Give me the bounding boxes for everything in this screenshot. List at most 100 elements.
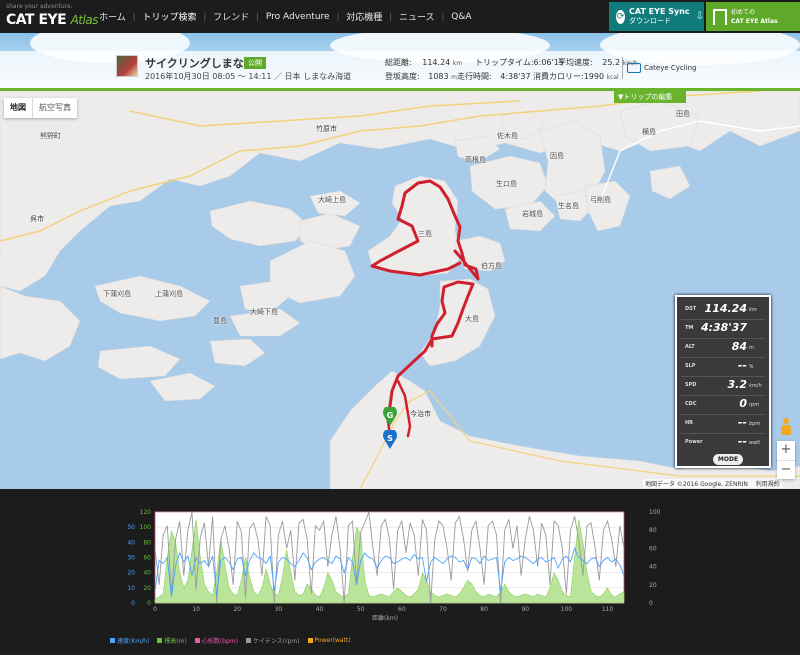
legend-swatch bbox=[245, 638, 251, 643]
map-type-map[interactable]: 地図 bbox=[4, 98, 32, 118]
stat-avg-speed-label: 平均速度: bbox=[558, 58, 593, 67]
street-view-pegman[interactable] bbox=[781, 418, 791, 436]
x-tick-label: 30 bbox=[275, 606, 283, 613]
place-label: 下蒲刈島 bbox=[103, 290, 131, 298]
legend-swatch bbox=[307, 638, 313, 643]
nav-supported-devices[interactable]: 対応機種 bbox=[339, 0, 389, 33]
meter-unit: m bbox=[749, 345, 754, 351]
place-label: 高根島 bbox=[465, 156, 486, 164]
main-nav: ホーム | トリップ検索 | フレンド | Pro Adventure | 対応… bbox=[92, 0, 479, 33]
y-tick-elevation: 60 bbox=[143, 555, 151, 562]
x-tick-label: 100 bbox=[561, 606, 573, 613]
meter-label: Power bbox=[685, 439, 703, 445]
stat-ride-time-label: 走行時間: bbox=[457, 72, 492, 81]
y-tick-elevation: 0 bbox=[147, 600, 151, 607]
stat-calories: 消費カロリー:1990 kcal bbox=[533, 71, 619, 82]
stat-elevation-value: 1083 bbox=[428, 72, 449, 81]
legend-item[interactable]: Power(watt) bbox=[307, 636, 351, 645]
nav-news[interactable]: ニュース bbox=[392, 0, 442, 33]
zoom-out-button[interactable]: − bbox=[777, 460, 795, 479]
sync-button-subtitle: ダウンロード bbox=[629, 17, 671, 25]
y-tick-elevation: 80 bbox=[143, 539, 151, 546]
nav-qa[interactable]: Q&A bbox=[444, 0, 478, 33]
nav-trip-search[interactable]: トリップ検索 bbox=[135, 0, 203, 33]
map-attribution: 地図データ ©2016 Google, ZENRIN 利用規約 bbox=[643, 479, 782, 488]
y-tick-right: 60 bbox=[649, 545, 657, 552]
sync-button-text: CAT EYE Sync ダウンロード bbox=[629, 7, 690, 26]
place-label: 大島 bbox=[465, 315, 479, 323]
legend-item[interactable]: 速度(Km/h) bbox=[110, 636, 149, 645]
x-tick-label: 60 bbox=[398, 606, 406, 613]
legend-item[interactable]: 心拍数(bpm) bbox=[194, 636, 238, 645]
meter-unit: km/h bbox=[749, 383, 762, 389]
meter-divider bbox=[681, 433, 765, 434]
pegman-body bbox=[781, 425, 791, 435]
visibility-badge: 公開 bbox=[244, 57, 266, 69]
trip-title: サイクリングしまなみ bbox=[145, 57, 255, 70]
y-tick-speed: 30 bbox=[127, 555, 135, 562]
meter-row-spd: SPD 3.2 km/h bbox=[677, 376, 769, 395]
x-tick-label: 50 bbox=[357, 606, 365, 613]
chart-x-axis-label: 距離(km) bbox=[372, 615, 399, 622]
nav-home[interactable]: ホーム bbox=[92, 0, 133, 33]
stat-calories-unit: kcal bbox=[606, 74, 619, 81]
edit-trip-button[interactable]: ▼トリップの編集 bbox=[614, 91, 686, 103]
meter-label: SLP bbox=[685, 363, 696, 369]
y-tick-speed: 50 bbox=[127, 524, 135, 531]
meter-row-hr: HR -- bpm bbox=[677, 414, 769, 433]
meter-divider bbox=[681, 414, 765, 415]
x-tick-label: 40 bbox=[316, 606, 324, 613]
meter-label: ALT bbox=[685, 344, 695, 350]
legend-swatch bbox=[157, 638, 163, 643]
y-tick-elevation: 120 bbox=[140, 509, 152, 516]
meter-divider bbox=[681, 376, 765, 377]
legend-item[interactable]: ケイデンス(rpm) bbox=[245, 636, 300, 645]
y-tick-right: 40 bbox=[649, 564, 657, 571]
user-avatar[interactable] bbox=[116, 55, 138, 77]
terms-link[interactable]: 利用規約 bbox=[756, 481, 780, 488]
nav-pro-adventure[interactable]: Pro Adventure bbox=[259, 0, 337, 33]
map-type-toggle: 地図 航空写真 bbox=[4, 98, 77, 118]
meter-unit: watt bbox=[749, 440, 761, 446]
goal-marker[interactable]: G bbox=[382, 407, 398, 427]
meter-unit: bpm bbox=[749, 421, 761, 427]
meter-unit: % bbox=[749, 364, 754, 370]
place-label: 因島 bbox=[550, 152, 564, 160]
atlas-button-line2: CAT EYE Atlas bbox=[731, 17, 778, 25]
legend-item[interactable]: 標高(m) bbox=[157, 636, 187, 645]
stat-ride-time: 走行時間: 4:38'37 bbox=[457, 71, 531, 82]
meter-divider bbox=[681, 395, 765, 396]
place-label: 大崎下島 bbox=[250, 308, 278, 316]
x-tick-label: 10 bbox=[192, 606, 200, 613]
map-type-satellite[interactable]: 航空写真 bbox=[32, 98, 77, 118]
y-tick-speed: 0 bbox=[131, 600, 135, 607]
meter-unit: km bbox=[749, 307, 757, 313]
meter-row-dst: DST 114.24 km bbox=[677, 300, 769, 319]
y-tick-right: 100 bbox=[649, 509, 661, 516]
cateye-atlas-logo[interactable]: share your adventure. CAT EYE Atlas bbox=[6, 3, 98, 31]
y-tick-speed: 20 bbox=[127, 570, 135, 577]
place-label: 岩城島 bbox=[522, 210, 543, 218]
y-tick-right: 20 bbox=[649, 582, 657, 589]
nav-friends[interactable]: フレンド bbox=[206, 0, 256, 33]
cateye-sync-download-button[interactable]: ⟳ CAT EYE Sync ダウンロード ⇩ bbox=[609, 2, 704, 31]
attribution-text: 地図データ ©2016 Google, ZENRIN bbox=[645, 481, 748, 488]
atlas-button-text: 初めての CAT EYE Atlas bbox=[731, 8, 778, 26]
meter-mode-button[interactable]: MODE bbox=[713, 454, 743, 465]
zoom-control: + − bbox=[777, 441, 795, 479]
start-marker[interactable]: S bbox=[382, 430, 398, 450]
meter-value: 0 bbox=[739, 397, 747, 410]
stat-distance-label: 総距離: bbox=[385, 58, 412, 67]
stat-trip-time: トリップタイム:6:06'15 bbox=[475, 57, 564, 68]
trip-date: 2016年10月30日 08:05 ～ 14:11 ／ 日本 しまなみ海道 bbox=[145, 72, 352, 81]
goal-marker-label: G bbox=[387, 411, 394, 420]
stat-elevation-label: 登坂高度: bbox=[385, 72, 420, 81]
x-tick-label: 0 bbox=[153, 606, 157, 613]
zoom-in-button[interactable]: + bbox=[777, 441, 795, 460]
stat-avg-speed-value: 25.2 bbox=[602, 58, 621, 67]
sync-icon: ⟳ bbox=[616, 9, 625, 24]
meter-row-cdc: CDC 0 rpm bbox=[677, 395, 769, 414]
flag-icon bbox=[713, 8, 727, 25]
meter-unit: rpm bbox=[749, 402, 760, 408]
first-time-atlas-button[interactable]: 初めての CAT EYE Atlas bbox=[706, 2, 800, 31]
